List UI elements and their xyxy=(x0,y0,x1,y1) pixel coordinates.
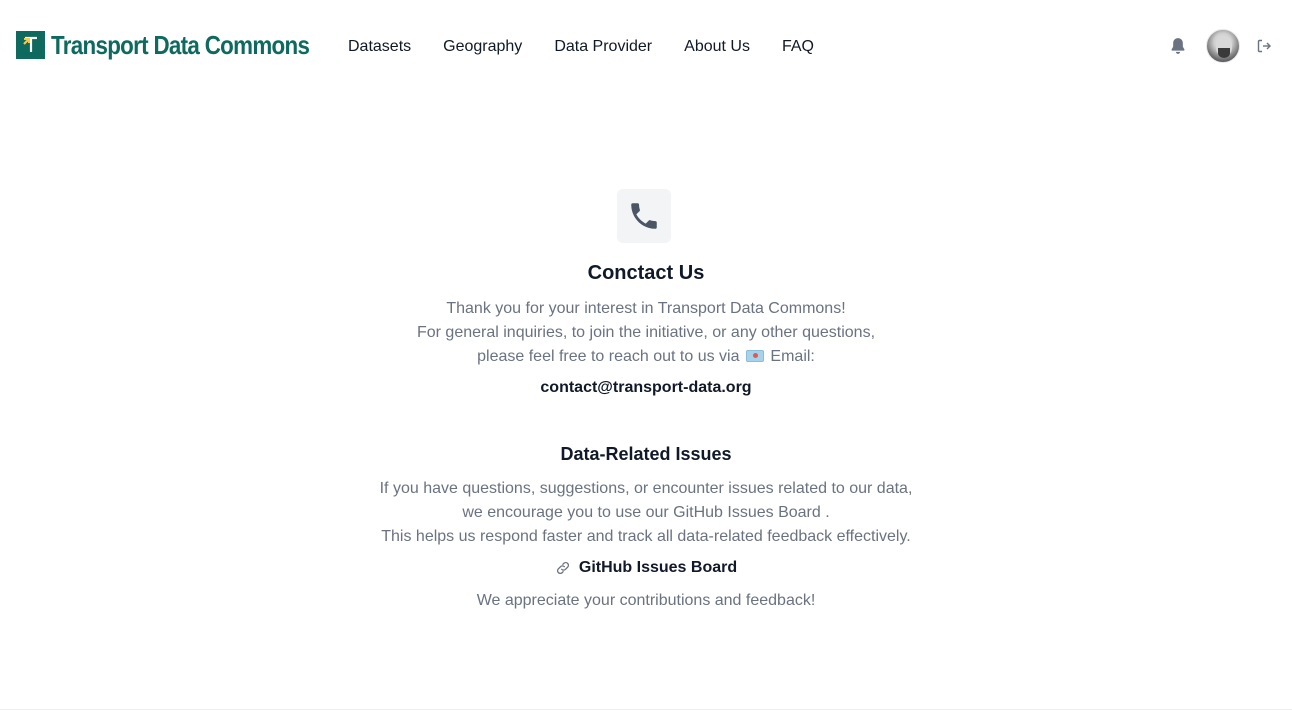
bell-icon[interactable] xyxy=(1168,36,1188,56)
data-issues-line-3: This helps us respond faster and track a… xyxy=(381,528,911,545)
logout-icon[interactable] xyxy=(1256,38,1272,54)
phone-icon xyxy=(631,203,657,229)
top-nav-bar: Transport Data Commons Datasets Geograph… xyxy=(0,0,1292,94)
contact-section: Conctact Us Thank you for your interest … xyxy=(0,0,1292,711)
github-issues-label: GitHub Issues Board xyxy=(578,559,738,576)
phone-icon-tile xyxy=(617,189,671,243)
nav-data-provider[interactable]: Data Provider xyxy=(554,37,652,57)
email-row: contact@transport-data.org xyxy=(0,379,1292,397)
logo-mark-icon xyxy=(16,31,45,59)
data-issues-line-2: we encourage you to use our GitHub Issue… xyxy=(462,504,830,521)
main-nav: Datasets Geography Data Provider About U… xyxy=(348,37,846,57)
github-issues-link[interactable]: GitHub Issues Board xyxy=(555,559,737,577)
email-icon xyxy=(745,350,764,362)
data-issues-heading: Data-Related Issues xyxy=(560,444,732,464)
nav-geography[interactable]: Geography xyxy=(443,37,522,57)
github-link-row: GitHub Issues Board xyxy=(0,559,1292,581)
footer-divider xyxy=(0,709,1292,710)
email-prompt-text: please feel free to reach out to us via xyxy=(477,348,740,365)
data-issues-line-1: If you have questions, suggestions, or e… xyxy=(379,480,913,497)
header-actions xyxy=(1168,29,1272,63)
intro-line-2: For general inquiries, to join the initi… xyxy=(416,324,876,341)
nav-faq[interactable]: FAQ xyxy=(782,37,814,57)
contact-title: Conctact Us xyxy=(587,262,705,284)
nav-about-us[interactable]: About Us xyxy=(684,37,750,57)
email-address-link[interactable]: contact@transport-data.org xyxy=(540,379,751,397)
email-label: Email: xyxy=(770,348,815,365)
email-prompt-line: please feel free to reach out to us via … xyxy=(0,345,1292,369)
link-icon xyxy=(556,561,569,575)
logo-text: Transport Data Commons xyxy=(51,30,310,60)
user-avatar[interactable] xyxy=(1206,29,1240,63)
intro-line-1: Thank you for your interest in Transport… xyxy=(446,300,846,317)
logo-link[interactable]: Transport Data Commons xyxy=(16,31,351,59)
nav-datasets[interactable]: Datasets xyxy=(348,37,411,57)
closing-line: We appreciate your contributions and fee… xyxy=(476,592,816,609)
avatar-beard xyxy=(1218,48,1230,58)
